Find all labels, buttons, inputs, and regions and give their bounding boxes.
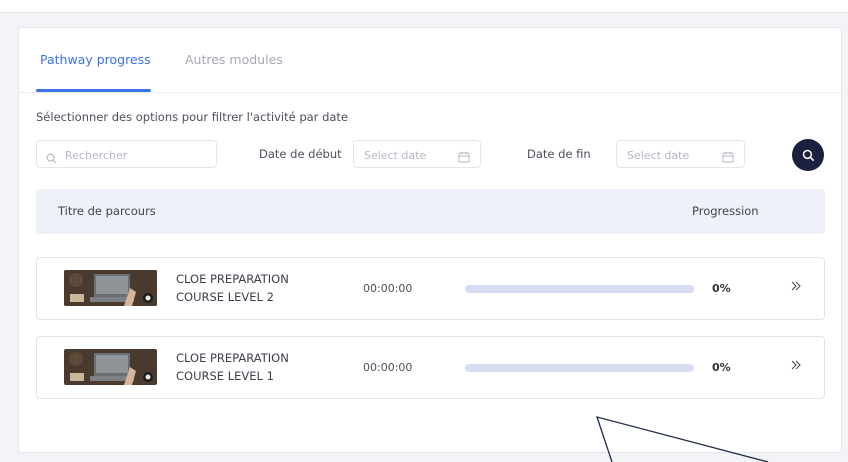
annotation-arrow bbox=[596, 416, 769, 462]
